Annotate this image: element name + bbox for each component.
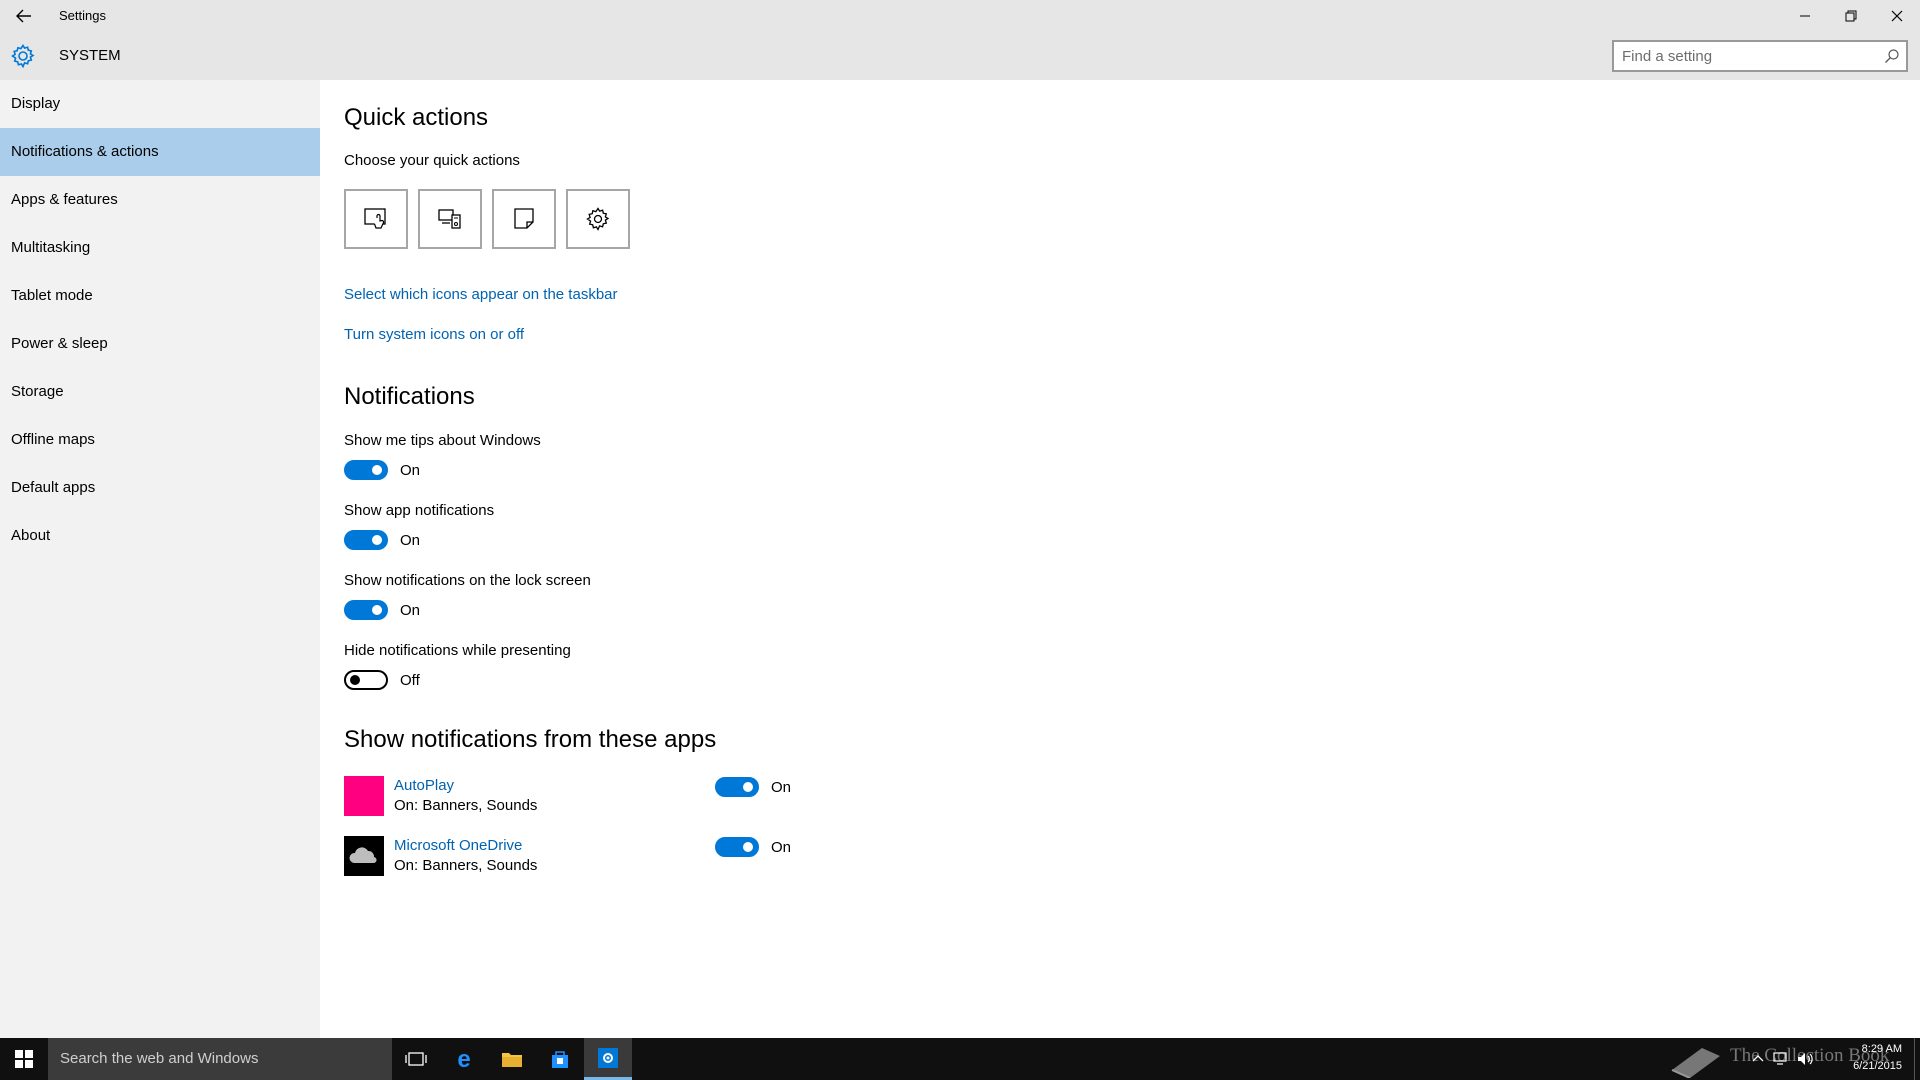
page-header: SYSTEM <box>0 32 1920 80</box>
quick-action-tile-settings[interactable] <box>566 189 630 249</box>
app-detail-autoplay: On: Banners, Sounds <box>394 797 538 814</box>
title-bar: Settings <box>0 0 1920 32</box>
store-button[interactable] <box>536 1038 584 1080</box>
apps-section-heading: Show notifications from these apps <box>344 726 717 753</box>
book-watermark-icon <box>1671 1048 1720 1078</box>
window-title: Settings <box>59 8 106 23</box>
quick-action-tile-connect[interactable] <box>418 189 482 249</box>
sidebar-item-about[interactable]: About <box>0 512 320 560</box>
setting-label-lock-screen: Show notifications on the lock screen <box>344 572 591 589</box>
section-title: SYSTEM <box>59 47 121 64</box>
settings-taskbar-icon <box>598 1047 618 1068</box>
toggle-presenting[interactable] <box>344 670 388 690</box>
app-name-autoplay[interactable]: AutoPlay <box>394 777 454 794</box>
onedrive-app-icon <box>344 836 384 876</box>
close-button[interactable] <box>1874 0 1920 32</box>
toggle-knob <box>372 535 382 545</box>
show-desktop-button[interactable] <box>1914 1038 1920 1080</box>
app-name-onedrive[interactable]: Microsoft OneDrive <box>394 837 522 854</box>
restore-button[interactable] <box>1828 0 1874 32</box>
quick-actions-heading: Quick actions <box>344 104 489 131</box>
edge-icon: e <box>457 1047 470 1071</box>
connect-icon <box>438 209 461 229</box>
tablet-mode-icon <box>364 208 386 229</box>
toggle-autoplay[interactable] <box>715 777 759 797</box>
sidebar-item-apps-features[interactable]: Apps & features <box>0 176 320 224</box>
setting-label-presenting: Hide notifications while presenting <box>344 642 571 659</box>
sidebar-item-notifications-actions[interactable]: Notifications & actions <box>0 128 320 176</box>
toggle-knob <box>372 605 382 615</box>
sidebar: Display Notifications & actions Apps & f… <box>0 80 320 1038</box>
start-button[interactable] <box>0 1038 48 1080</box>
toggle-knob <box>350 675 360 685</box>
notifications-heading: Notifications <box>344 383 475 410</box>
setting-label-app-notifications: Show app notifications <box>344 502 495 519</box>
edge-browser-button[interactable]: e <box>440 1038 488 1080</box>
clock-time[interactable]: 8:29 AM <box>1836 1043 1902 1055</box>
clock-date[interactable]: 6/21/2015 <box>1836 1060 1902 1072</box>
toggle-state-onedrive: On <box>771 839 792 856</box>
taskbar: Search the web and Windows e The Collect… <box>0 1038 1920 1080</box>
note-icon <box>514 208 534 229</box>
toggle-knob <box>743 842 753 852</box>
toggle-onedrive[interactable] <box>715 837 759 857</box>
toggle-state-tips: On <box>400 462 421 479</box>
taskbar-search-box[interactable]: Search the web and Windows <box>48 1038 392 1080</box>
select-taskbar-icons-link[interactable]: Select which icons appear on the taskbar <box>344 286 618 303</box>
quick-actions-subheading: Choose your quick actions <box>344 152 520 169</box>
toggle-app-notifications[interactable] <box>344 530 388 550</box>
toggle-knob <box>743 782 753 792</box>
sidebar-item-multitasking[interactable]: Multitasking <box>0 224 320 272</box>
back-button[interactable] <box>10 4 38 28</box>
autoplay-app-icon <box>344 776 384 816</box>
toggle-knob <box>372 465 382 475</box>
toggle-state-presenting: Off <box>400 672 420 689</box>
file-explorer-button[interactable] <box>488 1038 536 1080</box>
settings-app-button[interactable] <box>584 1038 632 1080</box>
search-input[interactable] <box>1622 42 1872 70</box>
back-arrow-icon <box>16 9 31 23</box>
close-icon <box>1891 10 1903 22</box>
svg-text:e: e <box>457 1047 470 1071</box>
search-icon[interactable] <box>1884 48 1900 64</box>
minimize-button[interactable] <box>1782 0 1828 32</box>
sidebar-item-power-sleep[interactable]: Power & sleep <box>0 320 320 368</box>
task-view-button[interactable] <box>392 1038 440 1080</box>
toggle-state-autoplay: On <box>771 779 792 796</box>
folder-icon <box>502 1053 522 1067</box>
quick-action-tile-tablet-mode[interactable] <box>344 189 408 249</box>
system-gear-icon <box>11 44 35 69</box>
store-icon <box>552 1051 568 1068</box>
toggle-state-lock-screen: On <box>400 602 421 619</box>
sidebar-item-storage[interactable]: Storage <box>0 368 320 416</box>
toggle-tips[interactable] <box>344 460 388 480</box>
sidebar-item-tablet-mode[interactable]: Tablet mode <box>0 272 320 320</box>
volume-icon[interactable] <box>1796 1051 1814 1067</box>
taskbar-search-text: Search the web and Windows <box>60 1050 259 1067</box>
app-detail-onedrive: On: Banners, Sounds <box>394 857 538 874</box>
network-icon[interactable] <box>1772 1051 1790 1067</box>
task-view-icon <box>405 1052 427 1066</box>
restore-icon <box>1845 10 1857 22</box>
sidebar-item-offline-maps[interactable]: Offline maps <box>0 416 320 464</box>
toggle-state-app-notifications: On <box>400 532 421 549</box>
cloud-icon <box>349 847 377 864</box>
minimize-icon <box>1800 15 1810 17</box>
toggle-lock-screen[interactable] <box>344 600 388 620</box>
tray-chevron-up-icon[interactable] <box>1752 1053 1764 1063</box>
search-box[interactable] <box>1612 40 1908 72</box>
main-content: Quick actions Choose your quick actions … <box>320 80 1920 1038</box>
setting-label-tips: Show me tips about Windows <box>344 432 541 449</box>
system-icons-link[interactable]: Turn system icons on or off <box>344 326 524 343</box>
quick-action-tile-note[interactable] <box>492 189 556 249</box>
settings-gear-icon <box>586 207 610 231</box>
windows-logo-icon <box>15 1050 33 1068</box>
sidebar-item-display[interactable]: Display <box>0 80 320 128</box>
sidebar-item-default-apps[interactable]: Default apps <box>0 464 320 512</box>
